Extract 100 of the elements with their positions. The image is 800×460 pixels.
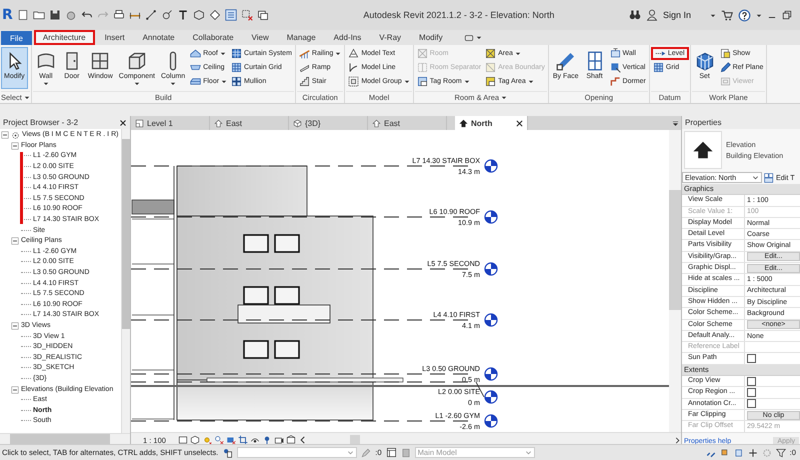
checkbox[interactable] [747, 388, 756, 397]
close-icon[interactable] [119, 118, 127, 126]
caret-icon[interactable] [756, 12, 762, 18]
ribbon-tab[interactable]: Add-Ins [326, 30, 370, 45]
chevron-icon [347, 449, 354, 456]
document-tab[interactable]: {3D} [289, 116, 368, 130]
grid-icon [652, 62, 664, 73]
level-head-icon [484, 313, 498, 327]
thin-lines-icon[interactable] [224, 9, 237, 21]
cube-icon [126, 51, 147, 71]
ribbon-tab[interactable]: Collaborate [184, 30, 242, 45]
caret-icon[interactable] [335, 51, 342, 56]
area-icon [485, 48, 496, 59]
caret-icon[interactable] [710, 12, 716, 18]
detail-level-icon[interactable] [178, 435, 188, 445]
caret-icon[interactable] [134, 81, 140, 86]
pencil-icon [720, 62, 731, 73]
document-tab[interactable]: East [210, 116, 289, 130]
collapse-icon[interactable] [11, 322, 19, 330]
caret-icon[interactable] [24, 95, 30, 100]
ribbon-tab[interactable]: Annotate [134, 30, 183, 45]
caret-icon[interactable] [528, 79, 534, 84]
level-head-icon [484, 414, 498, 428]
help-icon[interactable] [738, 8, 751, 22]
floor-plan-icon [135, 118, 144, 128]
file-menu-button[interactable]: File [1, 31, 32, 45]
caret-icon[interactable] [464, 79, 470, 84]
ramp-icon [298, 62, 310, 73]
ribbon-tab[interactable]: Insert [96, 30, 133, 45]
wall-icon [36, 51, 56, 71]
curtain-grid-icon [231, 48, 242, 59]
folder-icon[interactable] [32, 9, 45, 21]
cart-icon[interactable] [721, 9, 733, 21]
ceiling-icon [190, 62, 202, 73]
binoculars-icon[interactable] [628, 9, 641, 21]
save-icon[interactable] [48, 9, 61, 21]
scrollbar[interactable] [121, 129, 130, 433]
sign-in-link[interactable]: Sign In [662, 10, 691, 20]
collapse-icon[interactable] [11, 386, 19, 394]
wall-opening-icon [610, 48, 621, 59]
ribbon-tab[interactable]: Manage [278, 30, 324, 45]
scroll-right-icon[interactable] [674, 436, 681, 444]
restore-icon[interactable] [782, 10, 792, 20]
caret-icon[interactable] [476, 35, 482, 40]
caret-icon[interactable] [42, 81, 49, 86]
workset-field[interactable] [237, 447, 358, 458]
move-icon[interactable] [748, 448, 758, 458]
stair-icon [298, 76, 310, 87]
app-logo[interactable]: R [2, 7, 13, 23]
dormer-icon [610, 76, 621, 87]
grid-icon [231, 62, 242, 73]
caret-icon[interactable] [220, 51, 226, 56]
switch-windows-icon[interactable] [256, 9, 269, 21]
ribbon-tab[interactable]: View [244, 30, 277, 45]
scrollbar[interactable] [0, 433, 130, 444]
collapse-icon[interactable] [11, 237, 19, 246]
panel-title: Project Browser - 3-2 [3, 118, 78, 127]
ribbon-tab[interactable]: Modify [411, 30, 451, 45]
measure-icon[interactable] [144, 9, 157, 21]
filter-icon[interactable] [776, 448, 786, 458]
checkbox[interactable] [747, 354, 756, 364]
ribbon-tab[interactable]: V-Ray [371, 30, 410, 45]
caret-icon[interactable] [404, 79, 410, 84]
scrollbar[interactable] [669, 130, 681, 432]
caret-icon[interactable] [514, 51, 521, 56]
house-icon [372, 118, 381, 128]
level-head-icon [484, 159, 498, 173]
railing-icon [298, 48, 310, 59]
collapse-icon[interactable] [11, 142, 19, 150]
user-icon[interactable] [646, 9, 658, 21]
room-icon [416, 48, 428, 59]
caret-icon[interactable] [170, 81, 176, 86]
ribbon-tab[interactable]: Architecture [34, 30, 95, 45]
checkbox[interactable] [747, 399, 756, 408]
document-tab[interactable]: Level 1 [131, 116, 210, 130]
level-head-icon [484, 262, 498, 276]
panel-title: Properties [685, 118, 722, 127]
level-head-icon [484, 390, 498, 404]
cloud-icon[interactable] [64, 9, 77, 21]
tab-menu-icon[interactable] [672, 120, 679, 126]
edit-type-icon [764, 172, 774, 182]
caret-icon[interactable] [221, 79, 228, 84]
text-icon[interactable] [176, 9, 189, 21]
checkbox[interactable] [747, 376, 756, 386]
crop-icon[interactable] [238, 435, 248, 445]
doc-icon[interactable] [16, 9, 29, 21]
window-icon [90, 51, 110, 71]
collapse-icon[interactable] [1, 131, 9, 140]
caret-icon[interactable] [501, 95, 508, 100]
house-icon [459, 118, 468, 128]
document-tab[interactable]: East [368, 116, 447, 130]
close-icon[interactable] [516, 120, 523, 126]
window-title: Autodesk Revit 2021.1.2 - 3-2 - Elevation: North [362, 10, 556, 20]
print-icon[interactable] [112, 9, 125, 21]
triangle-icon [348, 48, 360, 59]
cube-icon [293, 118, 302, 128]
camera-icon[interactable] [274, 435, 284, 445]
diamond-icon[interactable] [208, 9, 221, 21]
document-tab[interactable]: North [455, 116, 528, 130]
chevron-icon [752, 174, 759, 181]
